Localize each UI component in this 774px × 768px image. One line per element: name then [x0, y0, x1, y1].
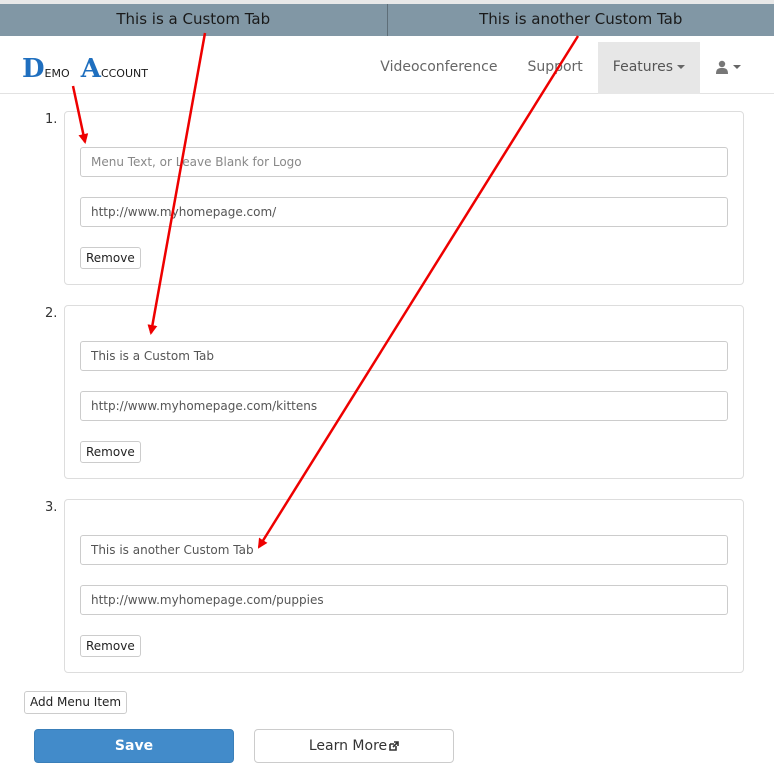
remove-button[interactable]: Remove: [80, 247, 141, 269]
logo-text-ccount: CCOUNT: [100, 67, 148, 80]
nav-menu: Videoconference Support Features: [365, 42, 756, 94]
save-label: Save: [114, 738, 154, 754]
menu-text-input[interactable]: [80, 535, 728, 565]
nav-videoconference[interactable]: Videoconference: [365, 42, 512, 94]
menu-text-input[interactable]: [80, 341, 728, 371]
menu-text-input[interactable]: [80, 147, 728, 177]
caret-down-icon: [733, 65, 741, 69]
caret-down-icon: [677, 65, 685, 69]
menu-url-input[interactable]: [80, 391, 728, 421]
logo-initial-a: A: [80, 54, 101, 84]
menu-item-card: Remove: [64, 111, 744, 285]
item-number: 3.: [45, 500, 58, 515]
nav-videoconference-label: Videoconference: [380, 59, 498, 75]
navbar: DEMO ACCOUNT Videoconference Support Fea…: [0, 36, 774, 94]
item-number: 1.: [45, 112, 58, 127]
menu-url-input[interactable]: [80, 585, 728, 615]
remove-button[interactable]: Remove: [80, 635, 141, 657]
custom-tab-bar: This is a Custom Tab This is another Cus…: [0, 0, 774, 36]
learn-more-button[interactable]: Learn More: [254, 729, 454, 763]
menu-item-card: Remove: [64, 305, 744, 479]
logo[interactable]: DEMO ACCOUNT: [22, 54, 148, 84]
logo-initial-d: D: [22, 54, 45, 84]
item-number: 2.: [45, 306, 58, 321]
nav-user-dropdown[interactable]: [700, 42, 756, 94]
learn-more-label: Learn More: [308, 738, 388, 754]
nav-support-label: Support: [527, 59, 583, 75]
custom-tab-2[interactable]: This is another Custom Tab: [386, 4, 774, 36]
external-link-icon: [389, 741, 399, 751]
add-menu-item-button[interactable]: Add Menu Item: [24, 691, 128, 714]
user-icon: [716, 60, 728, 74]
remove-button[interactable]: Remove: [80, 441, 141, 463]
menu-item-card: Remove: [64, 499, 744, 673]
menu-url-input[interactable]: [80, 197, 728, 227]
nav-features-label: Features: [612, 59, 673, 75]
custom-tab-1[interactable]: This is a Custom Tab: [0, 4, 387, 36]
nav-support[interactable]: Support: [512, 42, 597, 94]
nav-features-dropdown[interactable]: Features: [597, 42, 700, 94]
logo-text-emo: EMO: [44, 67, 70, 80]
save-button[interactable]: Save: [34, 729, 234, 763]
